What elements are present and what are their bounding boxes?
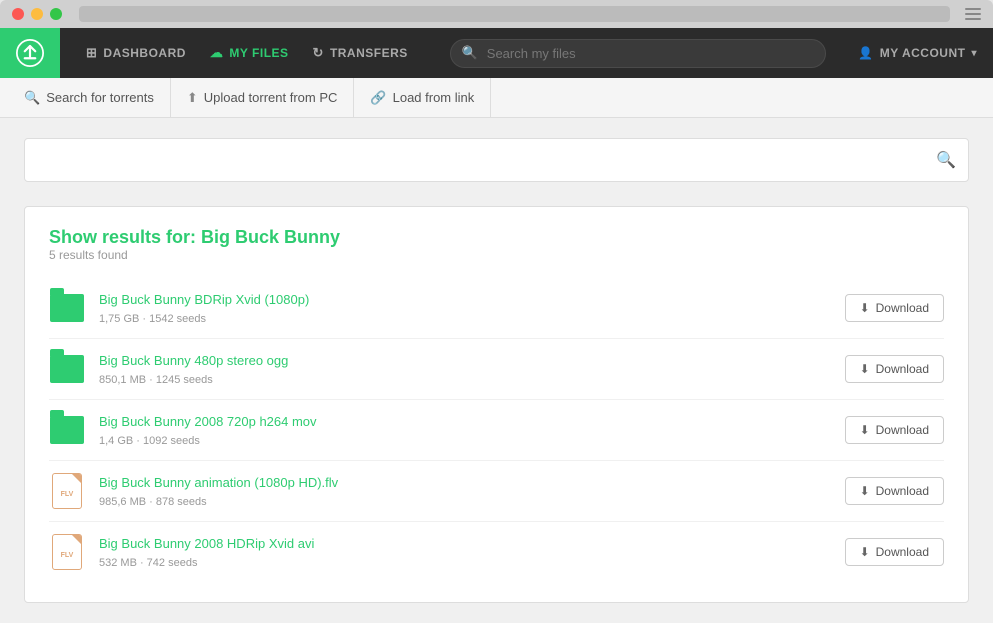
results-count: 5 results found bbox=[49, 248, 944, 262]
result-meta: 1,75 GB · 1542 seeds bbox=[99, 313, 206, 325]
result-meta: 1,4 GB · 1092 seeds bbox=[99, 435, 200, 447]
result-info: Big Buck Bunny BDRip Xvid (1080p) 1,75 GB… bbox=[99, 292, 831, 325]
main-content: Big Buck Bunny 🔍 Show results for: Big B… bbox=[0, 118, 993, 623]
download-icon: ⬇ bbox=[860, 545, 870, 559]
results-list: Big Buck Bunny BDRip Xvid (1080p) 1,75 GB… bbox=[49, 278, 944, 582]
download-icon: ⬇ bbox=[860, 362, 870, 376]
menu-icon bbox=[965, 8, 981, 20]
torrent-search-box: Big Buck Bunny 🔍 bbox=[24, 138, 969, 182]
navbar-search-icon: 🔍 bbox=[462, 45, 478, 61]
myfiles-icon: ☁ bbox=[210, 45, 224, 61]
dashboard-icon: ⊞ bbox=[86, 45, 97, 61]
window-chrome bbox=[0, 0, 993, 28]
result-name-link[interactable]: Big Buck Bunny 480p stereo ogg bbox=[99, 353, 831, 368]
nav-transfers[interactable]: ↻ Transfers bbox=[303, 39, 418, 67]
sub-nav: 🔍 Search for torrents ⬆ Upload torrent f… bbox=[0, 78, 993, 118]
result-name-link[interactable]: Big Buck Bunny animation (1080p HD).flv bbox=[99, 475, 831, 490]
download-button[interactable]: ⬇Download bbox=[845, 355, 944, 383]
results-title: Show results for: Big Buck Bunny bbox=[49, 227, 944, 248]
nav-dashboard[interactable]: ⊞ Dashboard bbox=[76, 39, 196, 67]
result-info: Big Buck Bunny 480p stereo ogg 850,1 MB ·… bbox=[99, 353, 831, 386]
file-icon: FLV bbox=[49, 473, 85, 509]
nav-account[interactable]: 👤 My Account ▾ bbox=[842, 46, 993, 60]
result-info: Big Buck Bunny 2008 HDRip Xvid avi 532 MB… bbox=[99, 536, 831, 569]
load-link-icon: 🔗 bbox=[370, 90, 386, 106]
download-icon: ⬇ bbox=[860, 484, 870, 498]
download-button[interactable]: ⬇Download bbox=[845, 538, 944, 566]
sub-nav-upload-torrent[interactable]: ⬆ Upload torrent from PC bbox=[171, 78, 355, 118]
chevron-down-icon: ▾ bbox=[971, 48, 977, 59]
torrent-search-input[interactable]: Big Buck Bunny bbox=[37, 152, 936, 169]
result-name-link[interactable]: Big Buck Bunny BDRip Xvid (1080p) bbox=[99, 292, 831, 307]
upload-torrent-icon: ⬆ bbox=[187, 90, 198, 106]
result-row: Big Buck Bunny BDRip Xvid (1080p) 1,75 GB… bbox=[49, 278, 944, 339]
result-row: Big Buck Bunny 480p stereo ogg 850,1 MB ·… bbox=[49, 339, 944, 400]
account-icon: 👤 bbox=[858, 46, 873, 60]
results-container: Show results for: Big Buck Bunny 5 resul… bbox=[24, 206, 969, 603]
result-row: Big Buck Bunny 2008 720p h264 mov 1,4 GB … bbox=[49, 400, 944, 461]
nav-items: ⊞ Dashboard ☁ My Files ↻ Transfers bbox=[60, 39, 434, 67]
navbar: ⊞ Dashboard ☁ My Files ↻ Transfers 🔍 👤 M… bbox=[0, 28, 993, 78]
download-icon: ⬇ bbox=[860, 423, 870, 437]
logo[interactable] bbox=[0, 28, 60, 78]
sub-nav-load-link[interactable]: 🔗 Load from link bbox=[354, 78, 491, 118]
download-button[interactable]: ⬇Download bbox=[845, 477, 944, 505]
download-icon: ⬇ bbox=[860, 301, 870, 315]
result-name-link[interactable]: Big Buck Bunny 2008 720p h264 mov bbox=[99, 414, 831, 429]
navbar-search: 🔍 bbox=[434, 39, 843, 68]
minimize-dot[interactable] bbox=[31, 8, 43, 20]
result-row: FLV Big Buck Bunny 2008 HDRip Xvid avi 532… bbox=[49, 522, 944, 582]
result-meta: 850,1 MB · 1245 seeds bbox=[99, 374, 213, 386]
result-info: Big Buck Bunny 2008 720p h264 mov 1,4 GB … bbox=[99, 414, 831, 447]
result-row: FLV Big Buck Bunny animation (1080p HD).f… bbox=[49, 461, 944, 522]
results-header: Show results for: Big Buck Bunny 5 resul… bbox=[49, 227, 944, 262]
download-button[interactable]: ⬇Download bbox=[845, 416, 944, 444]
search-box-icon: 🔍 bbox=[936, 150, 956, 170]
folder-icon bbox=[49, 351, 85, 387]
download-button[interactable]: ⬇Download bbox=[845, 294, 944, 322]
close-dot[interactable] bbox=[12, 8, 24, 20]
nav-myfiles[interactable]: ☁ My Files bbox=[200, 39, 299, 67]
file-icon: FLV bbox=[49, 534, 85, 570]
result-meta: 532 MB · 742 seeds bbox=[99, 557, 197, 569]
result-meta: 985,6 MB · 878 seeds bbox=[99, 496, 207, 508]
folder-icon bbox=[49, 290, 85, 326]
sub-nav-search-torrents[interactable]: 🔍 Search for torrents bbox=[24, 78, 171, 118]
maximize-dot[interactable] bbox=[50, 8, 62, 20]
folder-icon bbox=[49, 412, 85, 448]
result-info: Big Buck Bunny animation (1080p HD).flv 9… bbox=[99, 475, 831, 508]
search-torrent-icon: 🔍 bbox=[24, 90, 40, 106]
result-name-link[interactable]: Big Buck Bunny 2008 HDRip Xvid avi bbox=[99, 536, 831, 551]
address-bar bbox=[79, 6, 950, 22]
transfers-icon: ↻ bbox=[313, 45, 324, 61]
navbar-search-input[interactable] bbox=[450, 39, 827, 68]
